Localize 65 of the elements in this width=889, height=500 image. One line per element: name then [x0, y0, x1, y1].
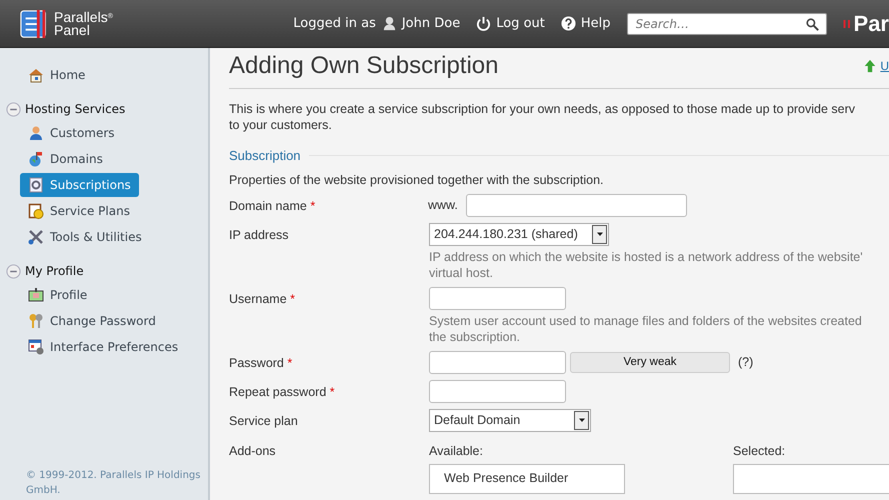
caret-icon [578, 416, 586, 424]
collapse-icon[interactable] [6, 264, 21, 278]
logo-text: Parallels$^{®}$ Panel [54, 10, 113, 36]
group-title: My Profile [25, 263, 84, 280]
section-title: Subscription [229, 147, 301, 165]
page-title: Adding Own Subscription [229, 51, 498, 81]
user-icon [382, 16, 397, 31]
tools-icon [28, 229, 44, 245]
sidebar-item[interactable]: Service Plans [20, 199, 138, 223]
text-field[interactable] [429, 380, 566, 402]
field-label: Repeat password * [229, 384, 336, 401]
group-title: Hosting Services [25, 101, 126, 118]
dropdown[interactable]: 204.244.180.231 (shared) [429, 222, 609, 246]
section-description: Properties of the website provisioned together with the subscription. [229, 172, 605, 188]
person-icon [28, 125, 44, 141]
home-icon [28, 67, 44, 83]
sidebar-item[interactable]: Subscriptions [20, 173, 139, 197]
preferences-icon [28, 339, 44, 355]
field-hint: System user account used to manage files and folders of the websites created the subscription. [429, 312, 862, 344]
help-link[interactable]: Help [560, 14, 611, 34]
user-link[interactable]: John Doe [382, 14, 460, 34]
id-card-icon [28, 287, 44, 303]
text-field[interactable] [429, 286, 566, 310]
up-link[interactable]: U [863, 57, 889, 75]
sidebar-item[interactable]: Interface Preferences [20, 335, 186, 359]
logout-link[interactable]: Log out [476, 14, 545, 34]
field-label: Service plan [229, 412, 299, 430]
brand-text: Par [854, 10, 889, 38]
field-label: Domain name * [229, 198, 316, 214]
sidebar-item[interactable]: Home [20, 63, 94, 87]
field-hint: IP address on which the website is hosted is a network address of the website' virtual host. [429, 248, 863, 280]
collapse-icon[interactable] [6, 102, 21, 116]
description-text: This is where you create a service subscription for your own needs, as opposed to those made up to provide serv to your customers. [229, 101, 856, 133]
keys-icon [28, 313, 44, 329]
field-label: IP address [229, 226, 290, 244]
sidebar-item[interactable]: Domains [20, 147, 111, 171]
copyright-text: © 1999-2012. Parallels IP Holdings GmbH. [25, 469, 202, 498]
logged-in-label: Logged in as [293, 14, 376, 33]
text-field[interactable] [466, 194, 687, 216]
gear-icon [28, 177, 44, 193]
plan-icon [28, 203, 44, 219]
sidebar-item[interactable]: Customers [20, 121, 123, 145]
help-link[interactable]: (?) [738, 352, 754, 372]
field-label: Add-ons [229, 442, 277, 460]
column-label: Selected: [733, 442, 786, 460]
up-arrow-icon [863, 58, 878, 74]
selected-list[interactable] [733, 464, 889, 494]
sidebar-item[interactable]: Tools & Utilities [20, 225, 150, 249]
sidebar-item[interactable]: Profile [20, 283, 96, 307]
help-icon [560, 16, 576, 31]
power-icon [476, 16, 492, 31]
search-field[interactable]: Search… [626, 12, 827, 34]
field-label: Username * [229, 290, 296, 308]
strength-meter: Very weak [570, 352, 730, 372]
search-icon [806, 18, 819, 30]
dropdown[interactable]: Default Domain [429, 408, 591, 432]
password-field[interactable] [429, 350, 566, 374]
column-label: Available: [429, 442, 484, 460]
caret-icon [596, 230, 604, 238]
sidebar-item[interactable]: Change Password [20, 309, 164, 333]
list-item[interactable]: Web Presence Builder [444, 469, 610, 488]
field-prefix: www. [428, 196, 458, 214]
field-label: Password * [229, 354, 294, 372]
available-list[interactable]: Web Presence Builder [429, 464, 625, 494]
globe-icon [28, 151, 44, 167]
